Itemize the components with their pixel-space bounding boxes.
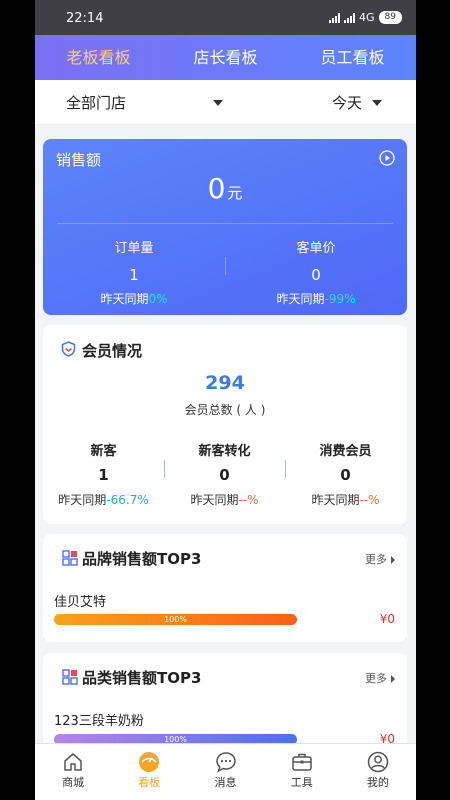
avg-price-compare: 昨天同期-99% <box>276 292 356 306</box>
grid-icon <box>62 669 78 685</box>
status-indicators: 4G 89 <box>329 11 402 24</box>
nav-profile[interactable]: 我的 <box>340 744 416 800</box>
profile-icon <box>367 751 389 773</box>
sales-amount: 0元 <box>43 172 407 205</box>
category-item-name: 123三段羊奶粉 <box>54 714 144 729</box>
brand-item-name: 佳贝艾特 <box>54 595 107 610</box>
brand-top3-title: 品牌销售额TOP3 <box>82 550 202 568</box>
category-top3-title: 品类销售额TOP3 <box>82 669 202 687</box>
battery-icon: 89 <box>378 11 402 24</box>
sales-value: 0 <box>207 172 226 205</box>
order-count-value: 1 <box>129 266 139 284</box>
message-icon <box>215 752 236 773</box>
toolbox-icon <box>291 753 312 771</box>
status-bar: 22:14 4G 89 <box>35 0 416 35</box>
member-total-label: 会员总数 ( 人 ) <box>184 403 266 417</box>
divider <box>57 223 393 224</box>
store-dropdown-icon[interactable] <box>213 100 223 106</box>
dashboard-icon <box>139 752 160 772</box>
nav-dashboard[interactable]: 看板 <box>111 744 187 800</box>
period-filter[interactable]: 今天 <box>332 92 362 113</box>
order-count-label: 订单量 <box>114 241 154 256</box>
brand-progress-label: 100% <box>164 615 187 624</box>
avg-price-stat: 客单价 0 昨天同期-99% <box>225 237 407 307</box>
members-title: 会员情况 <box>82 342 143 360</box>
filter-bar: 全部门店 今天 <box>35 80 416 125</box>
phone-screen: 22:14 4G 89 老板看板 店长看板 员工看板 全部门店 今天 销售额 0… <box>35 0 416 800</box>
play-circle-icon[interactable] <box>379 150 395 166</box>
spending-member-stat: 消费会员 0 昨天同期--% <box>311 444 380 507</box>
nav-tools[interactable]: 工具 <box>264 744 340 800</box>
sales-unit: 元 <box>227 184 243 202</box>
new-conversion-stat: 新客转化 0 昨天同期--% <box>190 444 259 507</box>
avg-price-value: 0 <box>311 266 321 284</box>
nav-messages[interactable]: 消息 <box>187 744 263 800</box>
category-more-link[interactable]: 更多 <box>365 670 395 686</box>
sales-title: 销售额 <box>56 151 102 169</box>
tab-staff-dashboard[interactable]: 员工看板 <box>289 35 416 80</box>
brand-progress-bar: 100% <box>54 614 297 625</box>
avg-price-label: 客单价 <box>296 241 336 256</box>
order-count-compare: 昨天同期0% <box>100 292 168 306</box>
signal-icon <box>329 12 341 23</box>
network-type: 4G <box>359 11 375 24</box>
tab-boss-dashboard[interactable]: 老板看板 <box>35 35 162 80</box>
bottom-nav: 商城 看板 消息 工具 我的 <box>35 743 416 800</box>
brand-top3-card: 品牌销售额TOP3 更多 佳贝艾特 100% ¥0 <box>43 534 407 642</box>
home-icon <box>64 753 82 771</box>
shield-icon <box>61 341 76 357</box>
brand-item-value: ¥0 <box>379 612 395 626</box>
status-time: 22:14 <box>66 11 104 26</box>
sales-card: 销售额 0元 订单量 1 昨天同期0% 客单价 0 昨天同期-99% <box>43 139 407 315</box>
tab-manager-dashboard[interactable]: 店长看板 <box>162 35 289 80</box>
period-dropdown-icon[interactable] <box>372 100 382 106</box>
brand-more-link[interactable]: 更多 <box>365 551 395 567</box>
store-filter[interactable]: 全部门店 <box>66 92 126 113</box>
member-total: 294 <box>205 372 245 394</box>
dashboard-tabs: 老板看板 店长看板 员工看板 <box>35 35 416 80</box>
signal-icon-2 <box>344 12 356 23</box>
nav-mall[interactable]: 商城 <box>35 744 111 800</box>
new-customer-stat: 新客 1 昨天同期-66.7% <box>58 444 149 507</box>
members-card: 会员情况 294 会员总数 ( 人 ) 新客 1 昨天同期-66.7% 新客转化… <box>43 325 407 524</box>
grid-icon <box>62 550 78 566</box>
order-count-stat: 订单量 1 昨天同期0% <box>43 237 225 307</box>
